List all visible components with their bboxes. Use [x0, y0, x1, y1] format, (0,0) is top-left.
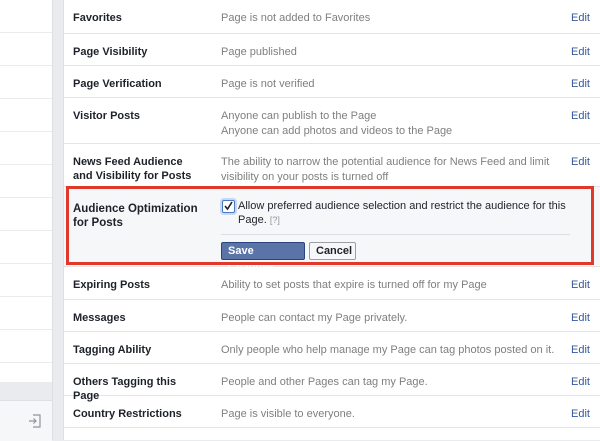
audience-optimization-description: Allow preferred audience selection and r…: [238, 199, 578, 227]
sidebar-row[interactable]: [0, 0, 52, 33]
setting-value-line: Page is visible to everyone.: [221, 408, 355, 420]
edit-link[interactable]: Edit: [571, 311, 590, 325]
setting-value: People can contact my Page privately.: [221, 311, 551, 326]
sidebar-row[interactable]: [0, 99, 52, 132]
edit-link[interactable]: Edit: [571, 343, 590, 357]
setting-value: People and other Pages can tag my Page.: [221, 375, 551, 390]
setting-value: Only people who help manage my Page can …: [221, 343, 566, 358]
edit-link[interactable]: Edit: [571, 109, 590, 123]
left-sidebar: [0, 0, 53, 441]
sidebar-row[interactable]: [0, 198, 52, 231]
setting-value-line: Page is not verified: [221, 78, 315, 90]
sidebar-gap: [0, 382, 52, 400]
setting-row-page-verification: Page Verification Page is not verified E…: [64, 66, 600, 98]
sidebar-row[interactable]: [0, 297, 52, 330]
page-settings-panel: Favorites Page is not added to Favorites…: [63, 0, 600, 440]
setting-label: Country Restrictions: [73, 408, 182, 420]
sidebar-footer: [0, 400, 52, 441]
setting-row-favorites: Favorites Page is not added to Favorites…: [64, 0, 600, 34]
logout-icon[interactable]: [28, 414, 42, 428]
sidebar-row[interactable]: [0, 231, 52, 264]
edit-link[interactable]: Edit: [571, 375, 590, 389]
setting-row-news-feed-audience: News Feed Audience and Visibility for Po…: [64, 144, 600, 187]
setting-value-line: People and other Pages can tag my Page.: [221, 376, 428, 388]
setting-value-line: Ability to set posts that expire is turn…: [221, 279, 487, 291]
checkmark-icon: [224, 201, 233, 211]
setting-row-audience-optimization: Audience Optimization for Posts Allow pr…: [64, 187, 600, 273]
sidebar-row[interactable]: [0, 165, 52, 198]
setting-value: The ability to narrow the potential audi…: [221, 155, 566, 185]
setting-label: News Feed Audience and Visibility for Po…: [73, 156, 192, 182]
preferred-audience-checkbox[interactable]: [222, 200, 235, 213]
setting-value: Page is visible to everyone.: [221, 407, 551, 422]
setting-label: Visitor Posts: [73, 110, 141, 122]
edit-link[interactable]: Edit: [571, 77, 590, 91]
setting-value: Page is not verified: [221, 77, 551, 92]
setting-value-line: People can contact my Page privately.: [221, 312, 408, 324]
setting-label: Audience Optimization for Posts: [73, 203, 198, 229]
setting-row-visitor-posts: Visitor Posts Anyone can publish to the …: [64, 98, 600, 144]
help-link[interactable]: [?]: [270, 215, 280, 225]
setting-label: Page Verification: [73, 78, 162, 90]
setting-label: Page Visibility: [73, 46, 148, 58]
sidebar-row[interactable]: [0, 330, 52, 363]
divider: [221, 234, 570, 235]
edit-link[interactable]: Edit: [571, 45, 590, 59]
setting-label: Expiring Posts: [73, 279, 151, 291]
edit-link[interactable]: Edit: [571, 278, 590, 292]
setting-label: Tagging Ability: [73, 344, 152, 356]
edit-link[interactable]: Edit: [571, 11, 590, 25]
setting-value: Ability to set posts that expire is turn…: [221, 278, 551, 293]
sidebar-row[interactable]: [0, 33, 52, 66]
setting-value-line: Anyone can publish to the Page: [221, 110, 377, 122]
setting-value-line: Page is not added to Favorites: [221, 12, 371, 24]
setting-row-tagging-ability: Tagging Ability Only people who help man…: [64, 332, 600, 364]
sidebar-row[interactable]: [0, 264, 52, 297]
setting-row-expiring-posts: Expiring Posts Ability to set posts that…: [64, 267, 600, 300]
edit-link[interactable]: Edit: [571, 155, 590, 169]
setting-value: Page published: [221, 45, 551, 60]
setting-row-country-restrictions: Country Restrictions Page is visible to …: [64, 396, 600, 428]
edit-link[interactable]: Edit: [571, 407, 590, 421]
sidebar-row[interactable]: [0, 66, 52, 99]
setting-label: Messages: [73, 312, 126, 324]
setting-value: Page is not added to Favorites: [221, 11, 551, 26]
setting-row-messages: Messages People can contact my Page priv…: [64, 300, 600, 332]
setting-value: Anyone can publish to the Page Anyone ca…: [221, 109, 551, 139]
setting-value-line: The ability to narrow the potential audi…: [221, 156, 550, 183]
setting-value-line: Anyone can add photos and videos to the …: [221, 125, 453, 137]
description-text: Allow preferred audience selection and r…: [238, 200, 566, 226]
setting-label: Favorites: [73, 12, 122, 24]
sidebar-row[interactable]: [0, 132, 52, 165]
setting-row-page-visibility: Page Visibility Page published Edit: [64, 34, 600, 66]
setting-value-line: Page published: [221, 46, 297, 58]
save-changes-button[interactable]: Save Changes: [221, 242, 305, 273]
setting-value-line: Only people who help manage my Page can …: [221, 344, 555, 356]
setting-row-others-tagging: Others Tagging this Page People and othe…: [64, 364, 600, 402]
cancel-button[interactable]: Cancel: [309, 242, 356, 260]
